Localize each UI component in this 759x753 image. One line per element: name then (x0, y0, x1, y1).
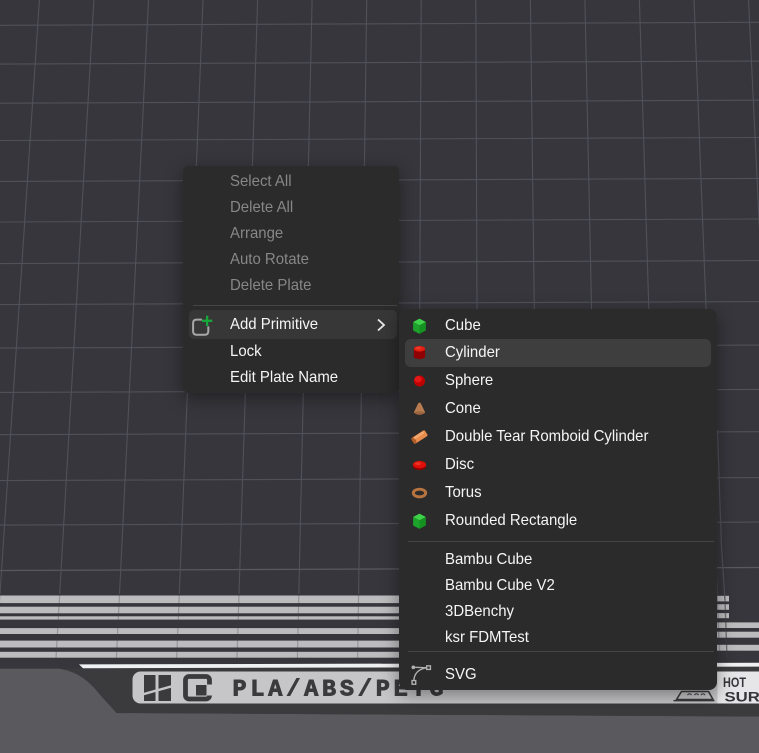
svg-text:SURFACE: SURFACE (725, 689, 759, 704)
svg-text:HOT: HOT (723, 675, 747, 690)
